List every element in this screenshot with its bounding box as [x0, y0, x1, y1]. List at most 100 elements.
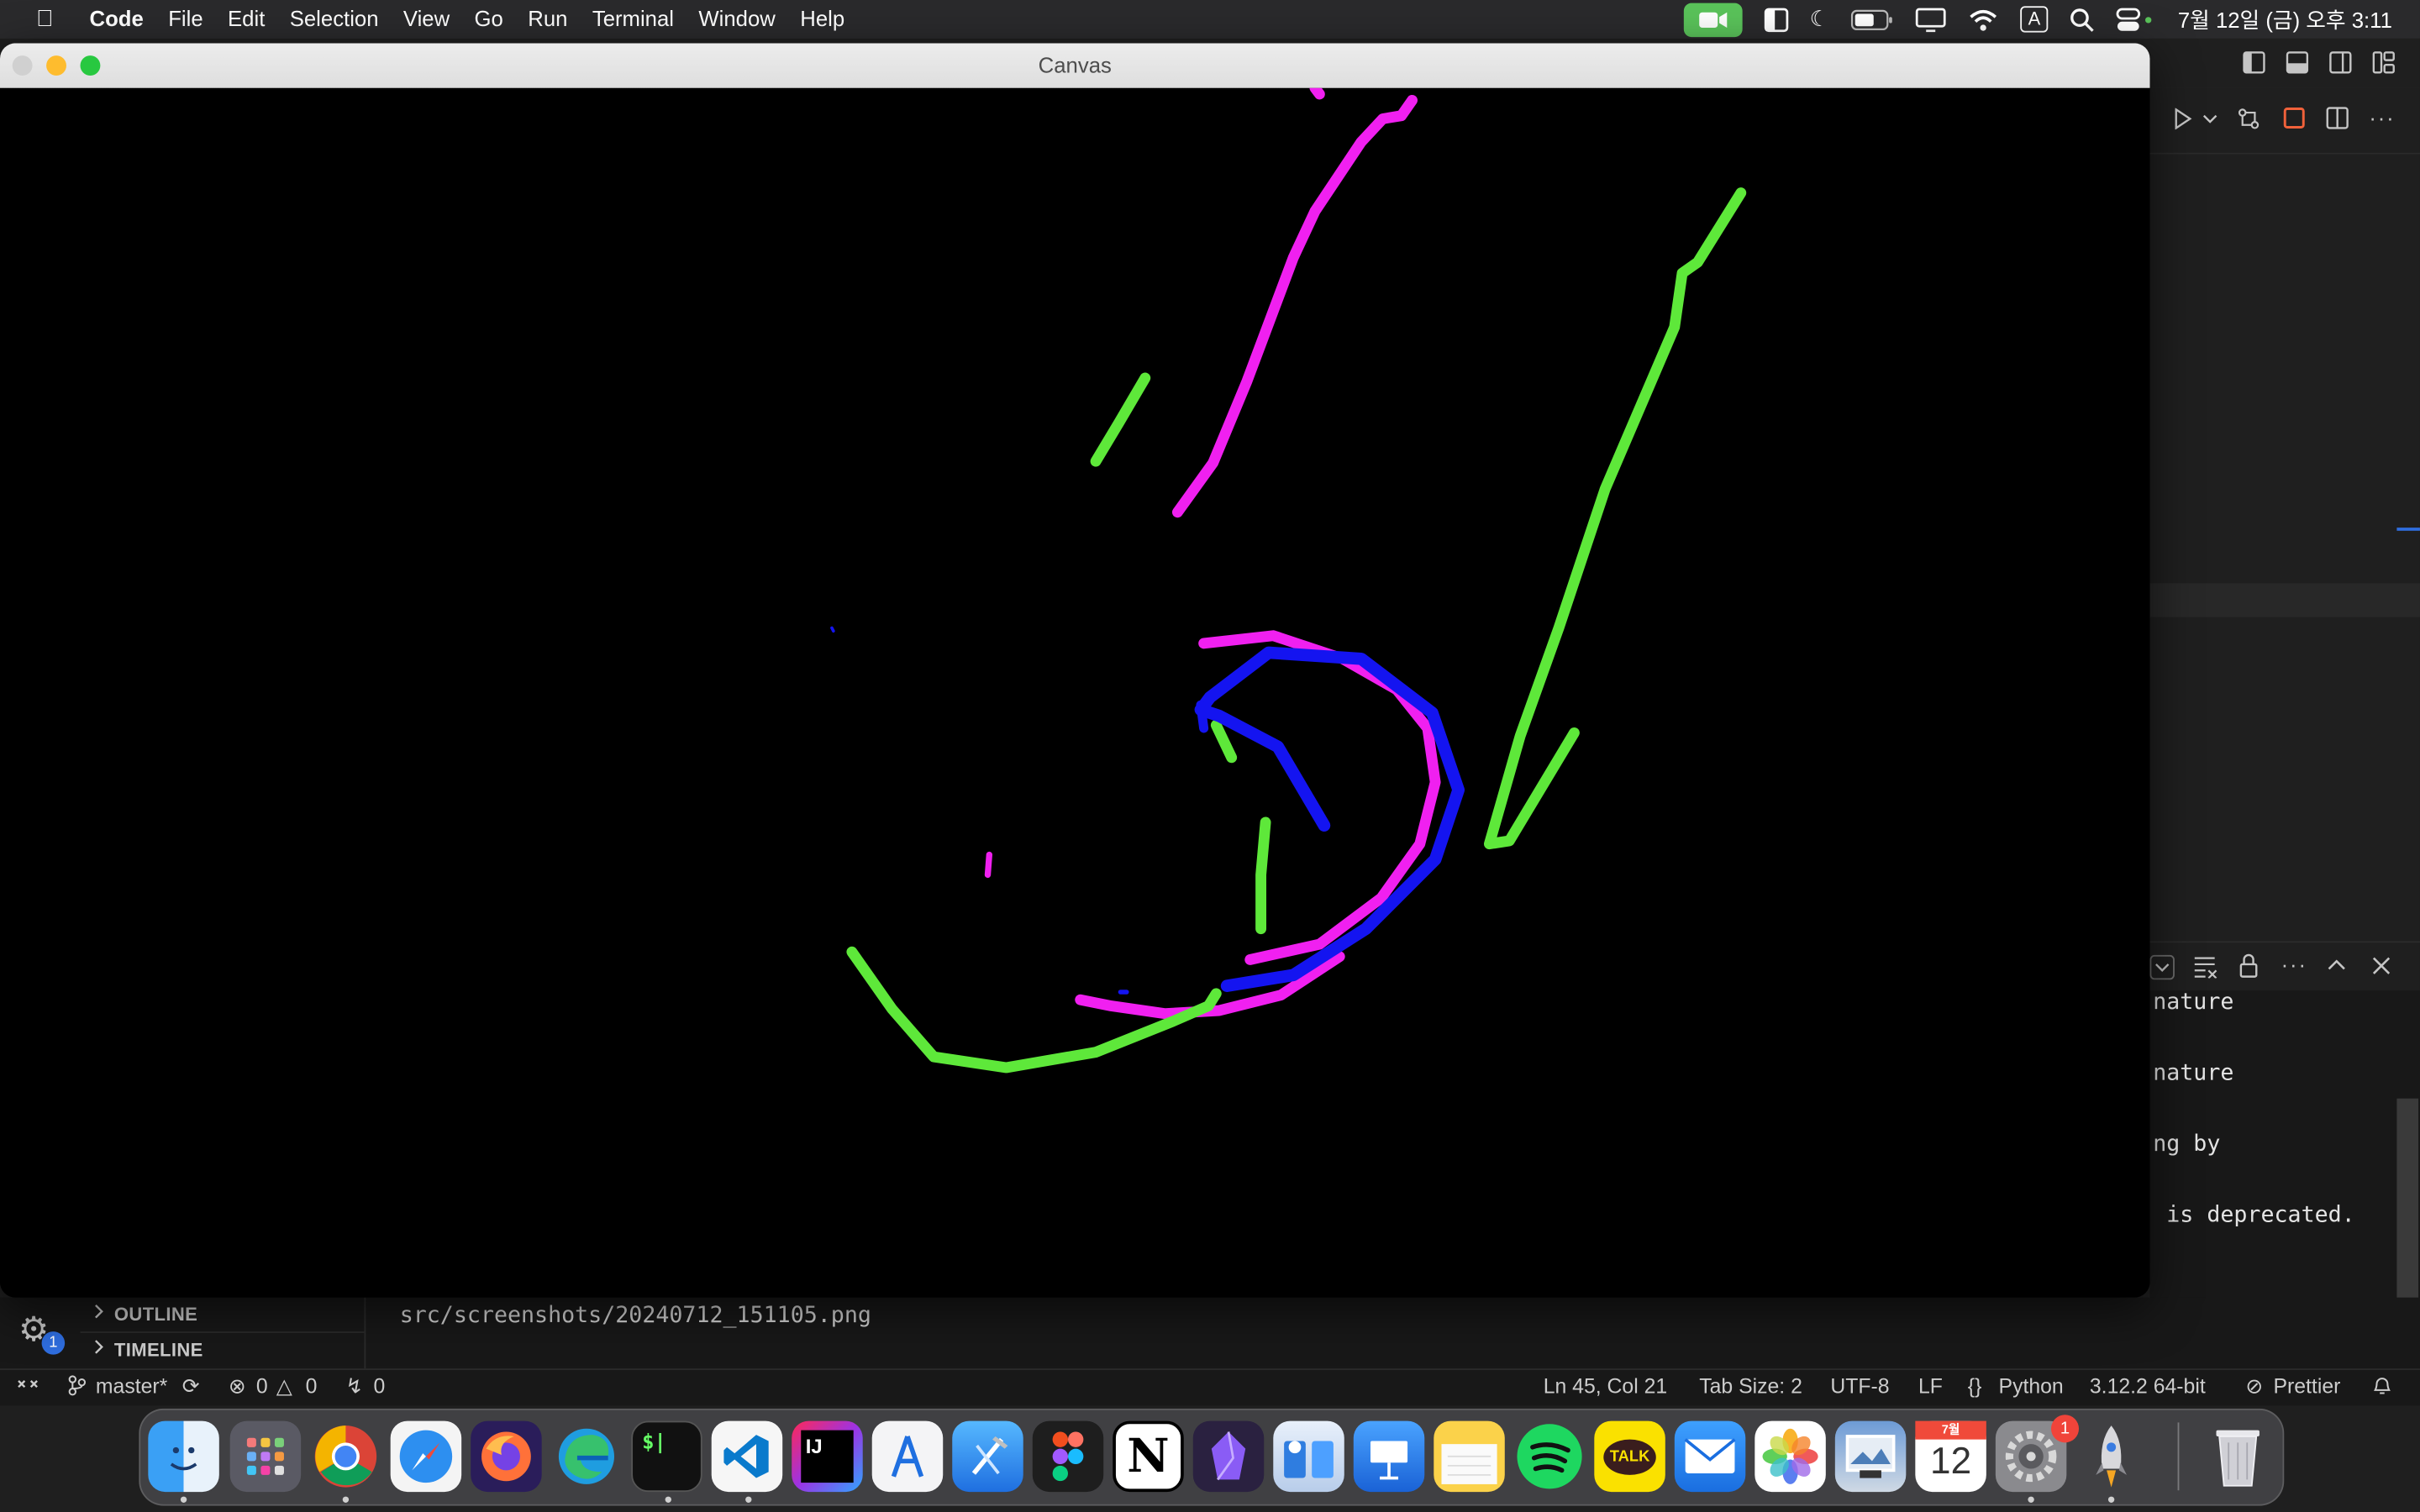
- notifications-bell-icon[interactable]: [2372, 1374, 2392, 1400]
- apple-icon[interactable]: : [31, 6, 59, 32]
- instruments-icon[interactable]: [871, 1420, 944, 1493]
- rocket-app-icon[interactable]: [2075, 1421, 2146, 1492]
- prettier-status[interactable]: Prettier: [2273, 1374, 2340, 1398]
- finder-icon[interactable]: [148, 1420, 219, 1493]
- canvas-titlebar[interactable]: Canvas: [0, 43, 2150, 90]
- control-center-icon[interactable]: [2116, 0, 2153, 39]
- menu-file[interactable]: File: [156, 0, 216, 39]
- xcode-icon[interactable]: [952, 1420, 1023, 1493]
- error-count[interactable]: 0: [256, 1374, 268, 1398]
- split-editor-icon[interactable]: [2326, 107, 2349, 134]
- error-icon[interactable]: ⊗: [229, 1374, 246, 1399]
- chrome-icon[interactable]: [310, 1421, 381, 1492]
- battery-icon[interactable]: [1850, 0, 1893, 39]
- terminal-line: ng by: [2153, 1132, 2221, 1158]
- run-dropdown-chevron-icon[interactable]: [2202, 108, 2217, 134]
- lock-scroll-icon[interactable]: [2238, 953, 2260, 983]
- wifi-icon[interactable]: [1968, 0, 1999, 39]
- panel-dropdown-chevron-icon[interactable]: [2149, 954, 2175, 980]
- spotlight-search-icon[interactable]: [2070, 0, 2094, 39]
- calendar-month: 7월: [1915, 1420, 1986, 1440]
- bottom-strip: ⚙ 1 OUTLINE TIMELINE src/screenshots/202…: [0, 1297, 2420, 1369]
- current-line-highlight: [2149, 583, 2420, 617]
- finder-folders-icon[interactable]: [1273, 1420, 1344, 1493]
- intellij-idea-icon[interactable]: IJ: [792, 1420, 863, 1493]
- trash-icon[interactable]: [2202, 1421, 2273, 1492]
- sidebar-toggle-icon[interactable]: [1764, 0, 1788, 39]
- cursor-position[interactable]: Ln 45, Col 21: [1544, 1374, 1668, 1398]
- chevron-right-icon: [92, 1339, 105, 1359]
- photos-icon[interactable]: [1754, 1420, 1826, 1493]
- notion-icon[interactable]: N: [1113, 1420, 1184, 1493]
- menu-selection[interactable]: Selection: [277, 0, 391, 39]
- calendar-day: 12: [1930, 1441, 1972, 1483]
- focus-moon-icon[interactable]: ☾: [1810, 0, 1829, 39]
- git-branch-icon[interactable]: [68, 1374, 87, 1400]
- menu-app-name[interactable]: Code: [77, 0, 156, 39]
- editor-area[interactable]: [2149, 154, 2420, 957]
- timeline-section[interactable]: TIMELINE: [114, 1339, 203, 1361]
- language-braces-icon[interactable]: {}: [1968, 1374, 1982, 1398]
- mail-icon[interactable]: [1674, 1420, 1746, 1493]
- screen-recording-icon[interactable]: [1683, 2, 1742, 37]
- encoding[interactable]: UTF-8: [1830, 1374, 1889, 1398]
- keynote-icon[interactable]: [1353, 1420, 1425, 1493]
- menu-terminal[interactable]: Terminal: [580, 0, 687, 39]
- ports-icon[interactable]: ↯: [345, 1374, 363, 1399]
- warning-count[interactable]: 0: [306, 1374, 318, 1398]
- run-python-file-icon[interactable]: [2171, 108, 2193, 134]
- outline-section[interactable]: OUTLINE: [114, 1304, 197, 1326]
- canvas-window[interactable]: Canvas: [0, 43, 2150, 1298]
- display-icon[interactable]: [1916, 0, 1947, 39]
- menu-run[interactable]: Run: [516, 0, 581, 39]
- drawing-canvas[interactable]: [0, 87, 2150, 1298]
- menu-help[interactable]: Help: [788, 0, 857, 39]
- input-source-icon[interactable]: A: [2020, 0, 2049, 39]
- end-of-line[interactable]: LF: [1918, 1374, 1943, 1398]
- zoom-window-button[interactable]: [80, 55, 101, 76]
- magenta-stroke: [1309, 87, 1325, 100]
- panel-more-actions-icon[interactable]: ···: [2281, 952, 2307, 976]
- toggle-primary-sidebar-icon[interactable]: [2243, 51, 2266, 79]
- prettier-icon[interactable]: ⊘: [2245, 1374, 2263, 1399]
- tab-size[interactable]: Tab Size: 2: [1699, 1374, 1802, 1398]
- menu-window[interactable]: Window: [687, 0, 788, 39]
- ports-count[interactable]: 0: [373, 1374, 385, 1398]
- minimize-window-button[interactable]: [46, 55, 66, 76]
- maximize-panel-icon[interactable]: [2326, 955, 2348, 981]
- stop-icon[interactable]: [2282, 107, 2306, 134]
- close-panel-icon[interactable]: [2370, 955, 2392, 981]
- clear-output-icon[interactable]: [2193, 955, 2217, 983]
- edge-icon[interactable]: [551, 1421, 622, 1492]
- menu-clock[interactable]: 7월 12일 (금) 오후 3:11: [2178, 4, 2392, 35]
- toggle-panel-icon[interactable]: [2286, 51, 2309, 79]
- status-bar: master* ⟳ ⊗ 0 △ 0 ↯ 0 Ln 45, Col 21 Tab …: [0, 1368, 2420, 1406]
- language-mode[interactable]: Python: [1999, 1374, 2064, 1398]
- open-changes-icon[interactable]: [2236, 107, 2260, 136]
- python-interpreter[interactable]: 3.12.2 64-bit: [2090, 1374, 2206, 1398]
- vscode-icon[interactable]: [711, 1420, 783, 1493]
- customize-layout-icon[interactable]: [2372, 51, 2396, 79]
- more-actions-icon[interactable]: ···: [2369, 105, 2395, 129]
- figma-icon[interactable]: [1032, 1420, 1104, 1493]
- notes-icon[interactable]: [1434, 1420, 1505, 1493]
- preview-icon[interactable]: [1834, 1420, 1907, 1493]
- launchpad-icon[interactable]: [229, 1420, 302, 1493]
- toggle-secondary-sidebar-icon[interactable]: [2329, 51, 2353, 79]
- remote-indicator-icon[interactable]: [0, 1370, 55, 1405]
- warning-icon[interactable]: △: [276, 1374, 292, 1399]
- terminal-app-icon[interactable]: $|: [631, 1420, 702, 1493]
- menu-view[interactable]: View: [391, 0, 462, 39]
- safari-icon[interactable]: [390, 1420, 462, 1493]
- menu-edit[interactable]: Edit: [215, 0, 277, 39]
- obsidian-icon[interactable]: [1192, 1420, 1265, 1493]
- kakaotalk-icon[interactable]: TALK: [1594, 1420, 1665, 1493]
- firefox-icon[interactable]: [471, 1420, 542, 1493]
- terminal-line: nature: [2153, 990, 2234, 1016]
- close-window-button[interactable]: [12, 55, 33, 76]
- menu-go[interactable]: Go: [462, 0, 516, 39]
- sync-icon[interactable]: ⟳: [182, 1374, 200, 1399]
- git-branch[interactable]: master*: [96, 1374, 167, 1398]
- spotify-icon[interactable]: [1514, 1421, 1585, 1492]
- calendar-icon[interactable]: 7월 12: [1915, 1420, 1986, 1493]
